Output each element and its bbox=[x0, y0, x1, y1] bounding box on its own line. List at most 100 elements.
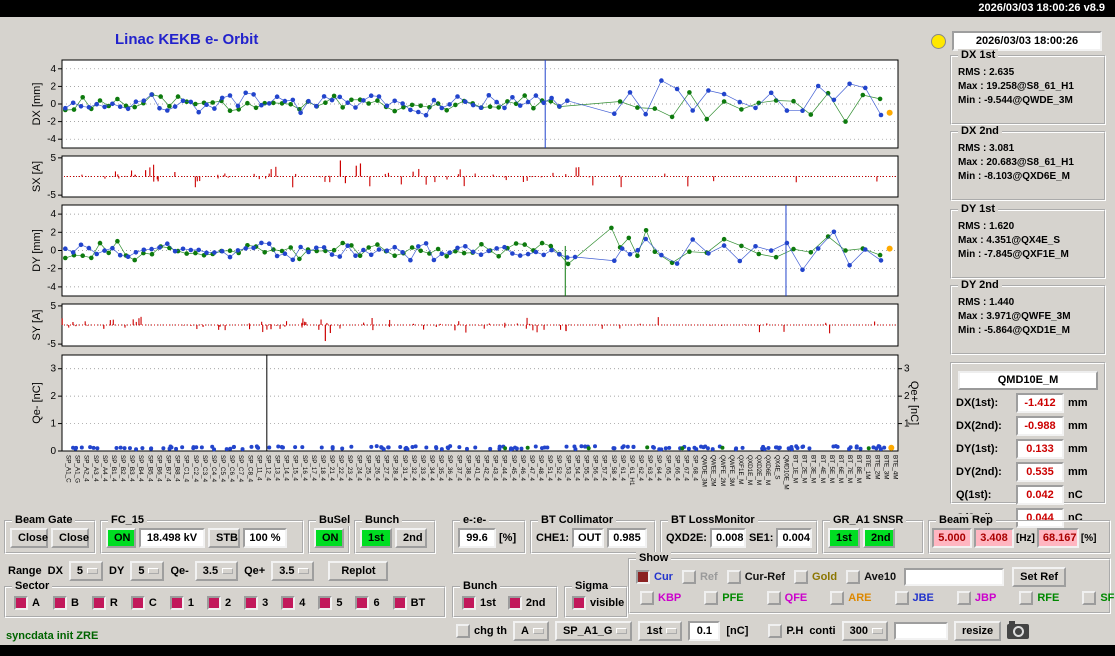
svg-text:QXD1E_M: QXD1E_M bbox=[746, 455, 753, 485]
stat-min: Min : -8.103@QXD6E_M bbox=[958, 171, 1071, 182]
timestamp-display: 2026/03/03 18:00:26 bbox=[952, 31, 1102, 51]
svg-text:SP_A2_4: SP_A2_4 bbox=[83, 455, 90, 482]
bunch-1st-button[interactable]: 1st bbox=[360, 528, 392, 548]
checkbox-qfe[interactable]: QFE bbox=[766, 591, 807, 605]
monitor-row-label: Q(1st): bbox=[956, 489, 992, 501]
status-monitor-select[interactable]: SP_A1_G bbox=[554, 621, 633, 641]
monitor-row-value: -0.988 bbox=[1016, 416, 1064, 436]
stat-rms: RMS : 1.440 bbox=[958, 297, 1015, 308]
checkbox-chg-th[interactable]: chg th bbox=[456, 624, 507, 638]
beam-rep-value-3: 68.167 bbox=[1036, 528, 1079, 548]
checkbox-label: 2nd bbox=[525, 597, 546, 609]
checkbox-ave10[interactable]: Ave10 bbox=[846, 570, 896, 584]
status-bunch-select[interactable]: 1st bbox=[638, 621, 683, 641]
checkbox-visible[interactable]: visible bbox=[572, 596, 624, 610]
svg-text:SP_54_4: SP_54_4 bbox=[573, 455, 580, 481]
checkbox-ref[interactable]: Ref bbox=[681, 570, 718, 584]
fc15-stb-button[interactable]: STB bbox=[208, 528, 240, 548]
set-ref-button[interactable]: Set Ref bbox=[1012, 567, 1067, 587]
checkbox-3[interactable]: 3 bbox=[244, 596, 268, 610]
svg-text:SP_27_4: SP_27_4 bbox=[383, 455, 390, 481]
checkbox-a[interactable]: A bbox=[14, 596, 40, 610]
svg-text:DY [mm]: DY [mm] bbox=[31, 229, 43, 272]
checkbox-indicator bbox=[456, 624, 470, 638]
camera-icon[interactable] bbox=[1007, 620, 1030, 639]
checkbox-jbe[interactable]: JBE bbox=[894, 591, 934, 605]
bunch-2nd-button[interactable]: 2nd bbox=[395, 528, 427, 548]
monitor-row-value: -1.412 bbox=[1016, 393, 1064, 413]
checkbox-r[interactable]: R bbox=[91, 596, 118, 610]
svg-text:SP_18_4: SP_18_4 bbox=[319, 455, 326, 481]
checkbox-kbp[interactable]: KBP bbox=[640, 591, 681, 605]
svg-text:-4: -4 bbox=[47, 282, 56, 293]
fc15-on-button[interactable]: ON bbox=[106, 528, 136, 548]
monitor-row-unit: mm bbox=[1068, 443, 1088, 455]
svg-text:BT_5E_M: BT_5E_M bbox=[828, 455, 835, 483]
svg-text:QX4E_S: QX4E_S bbox=[773, 455, 780, 480]
svg-text:SP_B5_4: SP_B5_4 bbox=[146, 455, 153, 482]
svg-text:BT_6E_M: BT_6E_M bbox=[837, 455, 844, 483]
checkbox-bt[interactable]: BT bbox=[392, 596, 425, 610]
checkbox-label: A bbox=[32, 597, 40, 609]
beam-rep-pct-unit: [%] bbox=[1080, 532, 1097, 544]
checkbox-indicator bbox=[1082, 591, 1097, 605]
svg-text:SP_26_4: SP_26_4 bbox=[374, 455, 381, 481]
checkbox-sfe[interactable]: SFE bbox=[1082, 591, 1115, 605]
threshold-value-field[interactable]: 0.1 bbox=[688, 621, 721, 641]
svg-text:SP_37_4: SP_37_4 bbox=[455, 455, 462, 481]
checkbox-6[interactable]: 6 bbox=[355, 596, 380, 610]
ref-file-input[interactable] bbox=[904, 568, 1005, 586]
stat-box-title: DX 1st bbox=[958, 49, 999, 61]
svg-text:BTE_4M: BTE_4M bbox=[892, 455, 899, 480]
checkbox-2nd[interactable]: 2nd bbox=[507, 596, 546, 610]
fc15-kv-display: 18.498 kV bbox=[139, 528, 205, 548]
checkbox-indicator bbox=[956, 591, 971, 605]
checkbox-c[interactable]: C bbox=[130, 596, 157, 610]
beam-rep-hz-unit: [Hz] bbox=[1016, 532, 1035, 544]
checkbox-p-h[interactable]: P.H bbox=[768, 624, 803, 638]
checkbox-label: 6 bbox=[373, 597, 380, 609]
checkbox-1st[interactable]: 1st bbox=[462, 596, 496, 610]
svg-text:SP_B4_4: SP_B4_4 bbox=[137, 455, 144, 482]
status-lamp bbox=[931, 34, 946, 49]
interval-select[interactable]: 300 bbox=[841, 621, 888, 641]
checkbox-pfe[interactable]: PFE bbox=[704, 591, 744, 605]
svg-text:SP_57_4: SP_57_4 bbox=[601, 455, 608, 481]
snsr-1st-button[interactable]: 1st bbox=[828, 528, 860, 548]
beam-gate-close-2-button[interactable]: Close bbox=[51, 528, 89, 548]
busel-on-button[interactable]: ON bbox=[314, 528, 344, 548]
beam-gate-close-1-button[interactable]: Close bbox=[10, 528, 48, 548]
se1-value: 0.004 bbox=[776, 528, 813, 548]
svg-text:-2: -2 bbox=[47, 117, 56, 128]
checkbox-label: B bbox=[70, 597, 79, 609]
checkbox-are[interactable]: ARE bbox=[830, 591, 872, 605]
checkbox-gold[interactable]: Gold bbox=[794, 570, 837, 584]
checkbox-cur-ref[interactable]: Cur-Ref bbox=[726, 570, 785, 584]
status-sector-select[interactable]: A bbox=[513, 621, 549, 641]
checkbox-indicator bbox=[636, 570, 650, 584]
checkbox-5[interactable]: 5 bbox=[318, 596, 342, 610]
checkbox-indicator bbox=[14, 596, 28, 610]
checkbox-cur[interactable]: Cur bbox=[636, 570, 673, 584]
checkbox-jbp[interactable]: JBP bbox=[956, 591, 996, 605]
range-qep-select[interactable]: 3.5 bbox=[271, 561, 315, 581]
svg-text:SP_41_4: SP_41_4 bbox=[474, 455, 481, 481]
range-dx-select[interactable]: 5 bbox=[68, 561, 104, 581]
monitor-row-label: DX(1st): bbox=[956, 397, 999, 409]
svg-text:SP_53_4: SP_53_4 bbox=[564, 455, 571, 481]
checkbox-4[interactable]: 4 bbox=[281, 596, 305, 610]
checkbox-rfe[interactable]: RFE bbox=[1019, 591, 1059, 605]
range-qem-select[interactable]: 3.5 bbox=[194, 561, 239, 581]
selected-monitor-name: QMD10E_M bbox=[958, 371, 1098, 390]
checkbox-2[interactable]: 2 bbox=[206, 596, 231, 610]
checkbox-1[interactable]: 1 bbox=[169, 596, 194, 610]
range-dy-select[interactable]: 5 bbox=[130, 561, 165, 581]
checkbox-b[interactable]: B bbox=[52, 596, 79, 610]
conti-label[interactable]: conti bbox=[809, 625, 835, 637]
resize-button[interactable]: resize bbox=[953, 621, 1002, 641]
group-title: Bunch bbox=[460, 580, 501, 592]
snsr-2nd-button[interactable]: 2nd bbox=[863, 528, 895, 548]
status-input[interactable] bbox=[893, 622, 948, 640]
svg-text:BT_4E_M: BT_4E_M bbox=[819, 455, 826, 483]
replot-button[interactable]: Replot bbox=[328, 561, 389, 581]
